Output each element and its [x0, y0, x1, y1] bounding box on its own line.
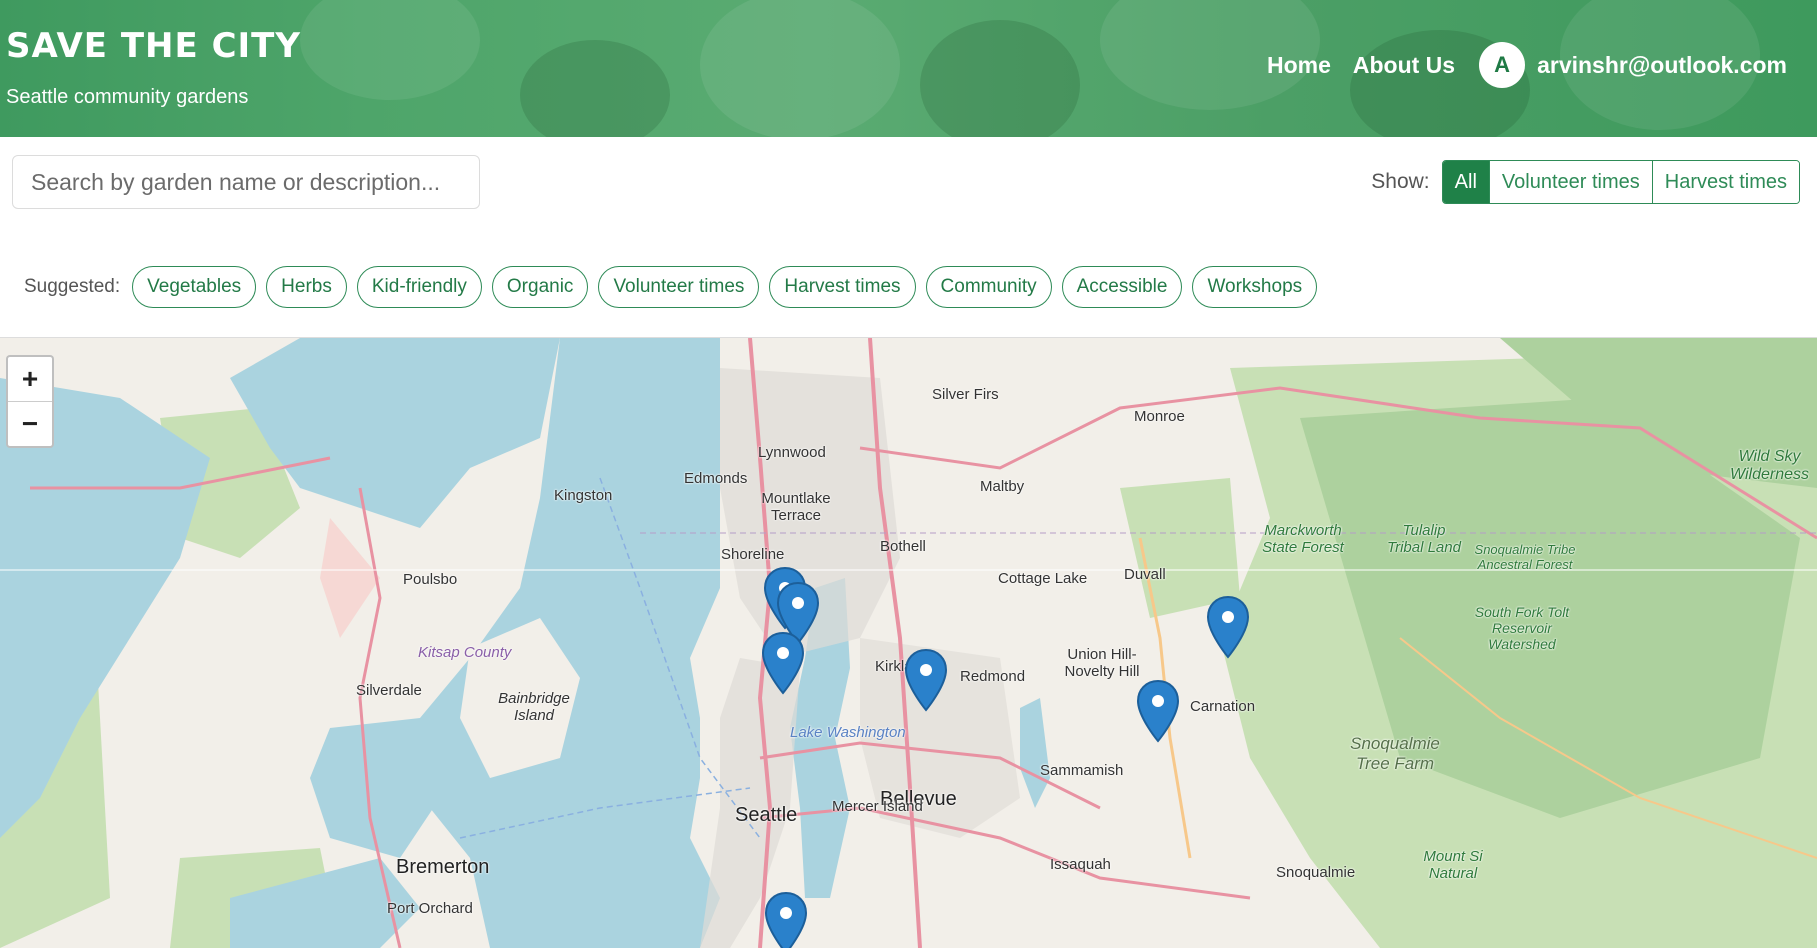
map-label: Maltby: [980, 478, 1025, 495]
nav-home-link[interactable]: Home: [1267, 52, 1331, 79]
filter-volunteer-button[interactable]: Volunteer times: [1488, 161, 1652, 203]
user-menu[interactable]: A arvinshr@outlook.com: [1479, 42, 1787, 88]
garden-marker-icon[interactable]: [1205, 595, 1251, 665]
map-label: Snoqualmie: [1276, 864, 1356, 881]
map-label: Snoqualmie Tribe Ancestral Forest: [1474, 542, 1576, 572]
map-label: Shoreline: [721, 546, 785, 563]
map-label: Carnation: [1190, 698, 1256, 715]
zoom-out-button[interactable]: −: [8, 401, 52, 446]
map-label: Redmond: [960, 668, 1026, 685]
map-label: Mercer Island: [832, 798, 923, 815]
zoom-in-button[interactable]: +: [8, 357, 52, 401]
map-label: Issaquah: [1050, 856, 1111, 873]
garden-marker-icon[interactable]: [903, 648, 949, 718]
map-label: Mount Si Natural: [1423, 848, 1483, 882]
map-label: Bothell: [880, 538, 926, 555]
filter-all-button[interactable]: All: [1442, 161, 1489, 203]
tag-chip[interactable]: Accessible: [1061, 266, 1183, 308]
tag-chip[interactable]: Organic: [491, 266, 589, 308]
map-label: Lake Washington: [790, 724, 906, 741]
map-label: Marckworth State Forest: [1262, 522, 1344, 556]
tag-chip[interactable]: Volunteer times: [598, 266, 760, 308]
show-filter: Show: All Volunteer times Harvest times: [1371, 160, 1800, 204]
map-label: Bremerton: [396, 856, 490, 878]
tag-chip[interactable]: Herbs: [266, 266, 347, 308]
map-zoom-control: + −: [6, 355, 54, 448]
map-label: Cottage Lake: [998, 570, 1088, 587]
map-label: Wild Sky Wilderness: [1730, 448, 1809, 483]
map-label: Seattle: [735, 804, 798, 826]
map-label: Monroe: [1134, 408, 1185, 425]
map-label: South Fork Tolt Reservoir Watershed: [1474, 604, 1570, 652]
suggested-tags: Suggested: Vegetables Herbs Kid-friendly…: [24, 266, 1327, 308]
suggested-label: Suggested:: [24, 276, 121, 297]
map-label: Bainbridge Island: [498, 690, 570, 724]
site-subtitle: Seattle community gardens: [6, 86, 249, 108]
garden-marker-icon[interactable]: [760, 631, 806, 701]
garden-marker-icon[interactable]: [1135, 679, 1181, 749]
map-label: Union Hill-Novelty Hill: [1064, 646, 1140, 680]
map-label: Duvall: [1124, 566, 1166, 583]
tag-chip[interactable]: Workshops: [1192, 266, 1318, 308]
map-label: Kingston: [554, 487, 613, 504]
map-label: Mountlake Terrace: [761, 490, 831, 524]
tag-chip[interactable]: Harvest times: [769, 266, 916, 308]
avatar[interactable]: A: [1479, 42, 1526, 88]
map-label: Kitsap County: [418, 644, 512, 661]
tag-chip[interactable]: Kid-friendly: [356, 266, 482, 308]
map-label: Silver Firs: [932, 386, 999, 403]
map-label: Lynnwood: [758, 444, 826, 461]
map-label: Edmonds: [684, 470, 748, 487]
nav-about-link[interactable]: About Us: [1353, 52, 1455, 79]
filter-harvest-button[interactable]: Harvest times: [1651, 161, 1799, 203]
show-filter-label: Show:: [1371, 170, 1430, 193]
map-label: Snoqualmie Tree Farm: [1350, 734, 1440, 773]
map-label: Silverdale: [356, 682, 422, 699]
map-label: Poulsbo: [403, 571, 458, 588]
map-label: Sammamish: [1040, 762, 1124, 779]
header-banner: Save the City Seattle community gardens …: [0, 0, 1817, 137]
search-input[interactable]: [12, 155, 480, 209]
top-nav: Home About Us A arvinshr@outlook.com: [1245, 42, 1787, 88]
garden-map[interactable]: Seattle Bellevue Bremerton Lynnwood Edmo…: [0, 337, 1817, 948]
site-title: Save the City: [6, 26, 301, 66]
map-label: Tulalip Tribal Land: [1387, 522, 1461, 556]
tag-chip[interactable]: Community: [925, 266, 1052, 308]
user-email[interactable]: arvinshr@outlook.com: [1537, 52, 1787, 79]
garden-marker-icon[interactable]: [763, 891, 809, 948]
map-label: Port Orchard: [387, 900, 473, 917]
tag-chip[interactable]: Vegetables: [132, 266, 257, 308]
filter-toggle-group: All Volunteer times Harvest times: [1441, 160, 1800, 204]
